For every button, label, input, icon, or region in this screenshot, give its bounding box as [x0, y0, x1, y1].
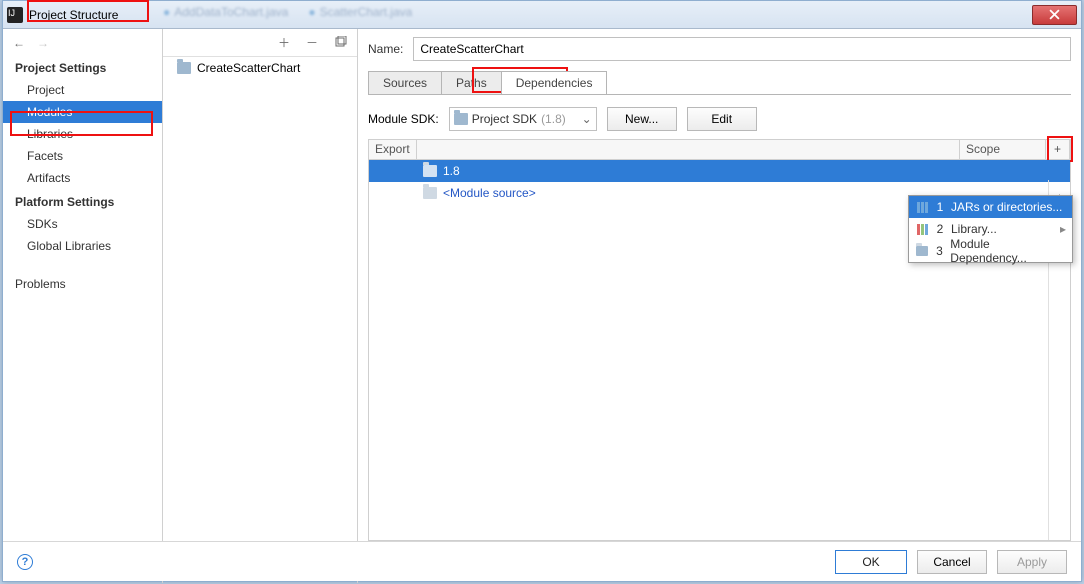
plus-icon: +: [1054, 142, 1061, 156]
tab-dependencies[interactable]: Dependencies: [501, 71, 608, 94]
name-row: Name:: [368, 37, 1071, 61]
chevron-down-icon: ⌄: [582, 112, 592, 126]
sdk-select-label: Project SDK: [472, 112, 537, 126]
popup-num: 2: [935, 222, 945, 236]
section-platform-settings: Platform Settings: [3, 189, 162, 213]
nav-history: ← →: [3, 35, 162, 55]
nav-item-project[interactable]: Project: [3, 79, 162, 101]
col-scope[interactable]: Scope: [960, 140, 1046, 159]
copy-icon[interactable]: [333, 36, 347, 50]
add-icon[interactable]: ＋: [277, 36, 291, 50]
table-header: Export Scope +: [369, 140, 1070, 160]
module-name-input[interactable]: [413, 37, 1071, 61]
sdk-folder-icon: [423, 165, 437, 177]
sdk-icon: [454, 113, 468, 125]
project-structure-dialog: AddDataToChart.java ScatterChart.java Pr…: [2, 0, 1082, 582]
section-project-settings: Project Settings: [3, 55, 162, 79]
module-tabs: Sources Paths Dependencies: [368, 71, 1071, 95]
module-editor: Name: Sources Paths Dependencies Module …: [358, 29, 1081, 583]
col-export[interactable]: Export: [369, 140, 417, 159]
dialog-body: ← → Project Settings Project Modules Lib…: [3, 29, 1081, 583]
add-dependency-popup: 1 JARs or directories... 2 Library... ▸ …: [908, 195, 1073, 263]
popup-num: 3: [935, 244, 945, 258]
nav-item-modules[interactable]: Modules: [3, 101, 162, 123]
forward-icon[interactable]: →: [35, 35, 51, 51]
nav-item-artifacts[interactable]: Artifacts: [3, 167, 162, 189]
module-label: CreateScatterChart: [197, 61, 300, 75]
window-title: Project Structure: [29, 8, 118, 22]
popup-label: Module Dependency...: [950, 237, 1066, 265]
dep-label: 1.8: [443, 164, 460, 178]
back-icon[interactable]: ←: [11, 35, 27, 51]
tree-toolbar: ＋ －: [163, 29, 357, 57]
nav-item-problems[interactable]: Problems: [3, 273, 162, 295]
module-icon: [177, 62, 191, 74]
tab-paths[interactable]: Paths: [441, 71, 502, 94]
popup-label: JARs or directories...: [951, 200, 1062, 214]
dep-row-sdk[interactable]: 1.8: [369, 160, 1070, 182]
window-close-button[interactable]: [1032, 5, 1077, 25]
dialog-footer: ? OK Cancel Apply: [3, 541, 1081, 581]
source-folder-icon: [423, 187, 437, 199]
library-icon: [915, 222, 929, 236]
module-sdk-label: Module SDK:: [368, 112, 439, 126]
modules-tree-panel: ＋ － CreateScatterChart: [163, 29, 358, 583]
new-sdk-button[interactable]: New...: [607, 107, 677, 131]
module-sdk-select[interactable]: Project SDK (1.8) ⌄: [449, 107, 597, 131]
apply-button[interactable]: Apply: [997, 550, 1067, 574]
submenu-chevron-icon: ▸: [1060, 222, 1066, 236]
settings-nav: ← → Project Settings Project Modules Lib…: [3, 29, 163, 583]
close-icon: [1049, 9, 1060, 20]
dep-label: <Module source>: [443, 186, 536, 200]
nav-item-sdks[interactable]: SDKs: [3, 213, 162, 235]
app-icon: [7, 7, 23, 23]
help-button[interactable]: ?: [17, 554, 33, 570]
nav-item-facets[interactable]: Facets: [3, 145, 162, 167]
popup-label: Library...: [951, 222, 997, 236]
popup-num: 1: [935, 200, 945, 214]
jars-icon: [915, 200, 929, 214]
name-label: Name:: [368, 42, 403, 56]
col-dependency: [417, 140, 960, 159]
edit-sdk-button[interactable]: Edit: [687, 107, 757, 131]
module-sdk-row: Module SDK: Project SDK (1.8) ⌄ New... E…: [368, 107, 1071, 131]
cancel-button[interactable]: Cancel: [917, 550, 987, 574]
popup-jars[interactable]: 1 JARs or directories...: [909, 196, 1072, 218]
nav-item-global-libraries[interactable]: Global Libraries: [3, 235, 162, 257]
module-dep-icon: [915, 244, 929, 258]
add-dependency-button[interactable]: +: [1046, 140, 1070, 159]
remove-icon[interactable]: －: [305, 36, 319, 50]
module-tree-item[interactable]: CreateScatterChart: [163, 57, 357, 79]
background-editor-tabs: AddDataToChart.java ScatterChart.java: [163, 5, 412, 19]
tab-sources[interactable]: Sources: [368, 71, 442, 94]
ok-button[interactable]: OK: [835, 550, 907, 574]
nav-item-libraries[interactable]: Libraries: [3, 123, 162, 145]
popup-module-dependency[interactable]: 3 Module Dependency...: [909, 240, 1072, 262]
sdk-select-version: (1.8): [541, 112, 566, 126]
